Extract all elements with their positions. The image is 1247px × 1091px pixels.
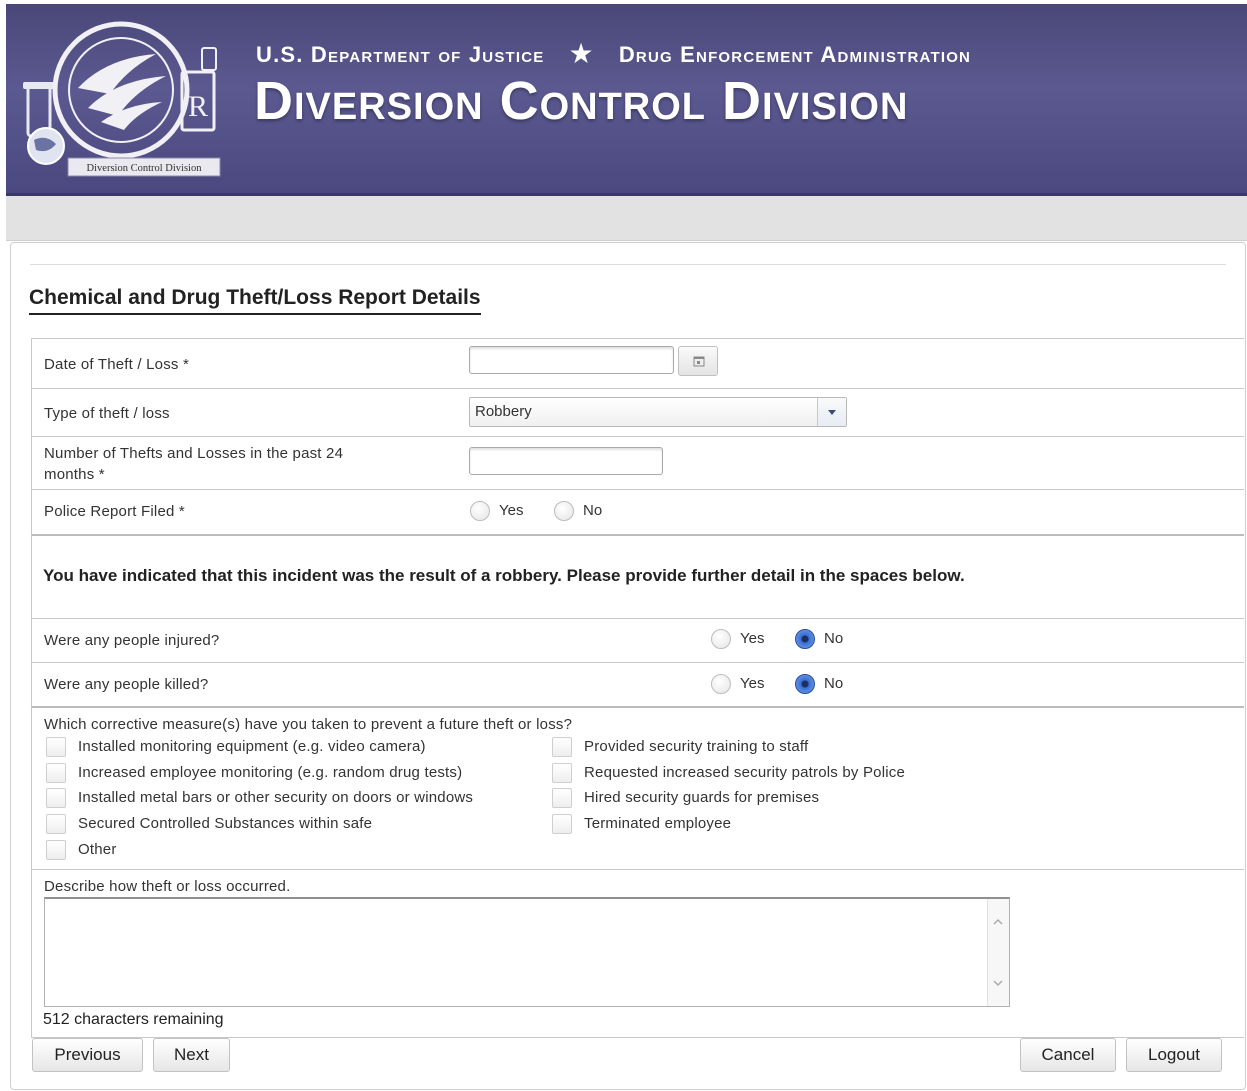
row-killed: Were any people killed?	[31, 662, 1244, 706]
measure-label: Requested increased security patrols by …	[584, 764, 906, 781]
injured-no-label: No	[824, 630, 844, 647]
divider	[30, 264, 1226, 265]
robbery-notice: You have indicated that this incident wa…	[43, 566, 965, 585]
cancel-button[interactable]: Cancel	[1020, 1038, 1116, 1072]
dea-seal-logo: R Diversion Control Division	[23, 21, 221, 177]
type-label: Type of theft / loss	[44, 405, 170, 422]
measure-label: Secured Controlled Substances within saf…	[78, 815, 373, 832]
previous-button[interactable]: Previous	[32, 1038, 143, 1072]
measures-label: Which corrective measure(s) have you tak…	[44, 716, 573, 733]
site-header: R Diversion Control Division U.S. Depart…	[6, 4, 1247, 196]
killed-no-radio[interactable]	[795, 674, 815, 694]
dept-name: U.S. Department of Justice	[256, 42, 545, 67]
svg-text:R: R	[188, 90, 208, 123]
count-label: Number of Thefts and Losses in the past …	[44, 443, 343, 485]
killed-label: Were any people killed?	[44, 676, 209, 693]
measure-checkbox-safe[interactable]	[46, 814, 66, 834]
textarea-scrollbar[interactable]	[987, 899, 1009, 1006]
type-select[interactable]: Robbery	[469, 397, 847, 427]
measure-label: Installed metal bars or other security o…	[78, 789, 474, 806]
killed-yes-radio[interactable]	[711, 674, 731, 694]
chevron-down-icon[interactable]	[817, 398, 846, 426]
next-button[interactable]: Next	[153, 1038, 230, 1072]
measure-checkbox-security-guards[interactable]	[552, 788, 572, 808]
agency-name: Drug Enforcement Administration	[618, 42, 972, 67]
count-label-line1: Number of Thefts and Losses in the past …	[44, 445, 344, 462]
chevron-down-icon[interactable]	[993, 978, 1003, 988]
measure-checkbox-monitoring-equipment[interactable]	[46, 737, 66, 757]
characters-remaining: 512 characters remaining	[43, 1011, 224, 1028]
police-yes-label: Yes	[499, 502, 524, 519]
measure-checkbox-police-patrols[interactable]	[552, 763, 572, 783]
injured-no-radio[interactable]	[795, 629, 815, 649]
date-input[interactable]	[469, 346, 674, 374]
measure-checkbox-security-training[interactable]	[552, 737, 572, 757]
measure-label: Hired security guards for premises	[584, 789, 820, 806]
seal-banner-text: Diversion Control Division	[87, 163, 203, 174]
injured-yes-radio[interactable]	[711, 629, 731, 649]
logout-button[interactable]: Logout	[1126, 1038, 1222, 1072]
type-selected-value: Robbery	[475, 403, 532, 420]
measure-label: Provided security training to staff	[584, 738, 809, 755]
describe-textarea[interactable]	[44, 897, 1010, 1007]
injured-yes-label: Yes	[740, 630, 765, 647]
page-title: Chemical and Drug Theft/Loss Report Deta…	[29, 286, 481, 315]
measure-checkbox-employee-monitoring[interactable]	[46, 763, 66, 783]
nav-band	[6, 196, 1247, 241]
star-icon: ★	[568, 38, 595, 69]
calendar-icon	[693, 356, 705, 367]
chevron-up-icon[interactable]	[993, 917, 1003, 927]
killed-no-label: No	[824, 675, 844, 692]
police-no-radio[interactable]	[554, 501, 574, 521]
killed-yes-label: Yes	[740, 675, 765, 692]
measure-label: Terminated employee	[584, 815, 732, 832]
measure-checkbox-terminated-employee[interactable]	[552, 814, 572, 834]
row-police: Police Report Filed *	[31, 489, 1244, 534]
measure-label: Increased employee monitoring (e.g. rand…	[78, 764, 463, 781]
row-measures: Which corrective measure(s) have you tak…	[31, 706, 1244, 869]
count-input[interactable]	[469, 447, 663, 475]
measure-label: Other	[78, 841, 117, 858]
police-yes-radio[interactable]	[470, 501, 490, 521]
count-label-line2: months *	[44, 466, 105, 483]
row-injured: Were any people injured?	[31, 618, 1244, 662]
measure-label: Installed monitoring equipment (e.g. vid…	[78, 738, 426, 755]
police-label: Police Report Filed *	[44, 503, 185, 520]
calendar-button[interactable]	[678, 346, 718, 376]
describe-label: Describe how theft or loss occurred.	[44, 878, 291, 895]
department-line: U.S. Department of Justice ★ Drug Enforcem…	[256, 36, 1216, 69]
injured-label: Were any people injured?	[44, 632, 220, 649]
measure-checkbox-metal-bars[interactable]	[46, 788, 66, 808]
date-label: Date of Theft / Loss *	[44, 356, 190, 373]
division-title: Diversion Control Division	[254, 71, 909, 131]
police-no-label: No	[583, 502, 603, 519]
measure-checkbox-other[interactable]	[46, 840, 66, 860]
